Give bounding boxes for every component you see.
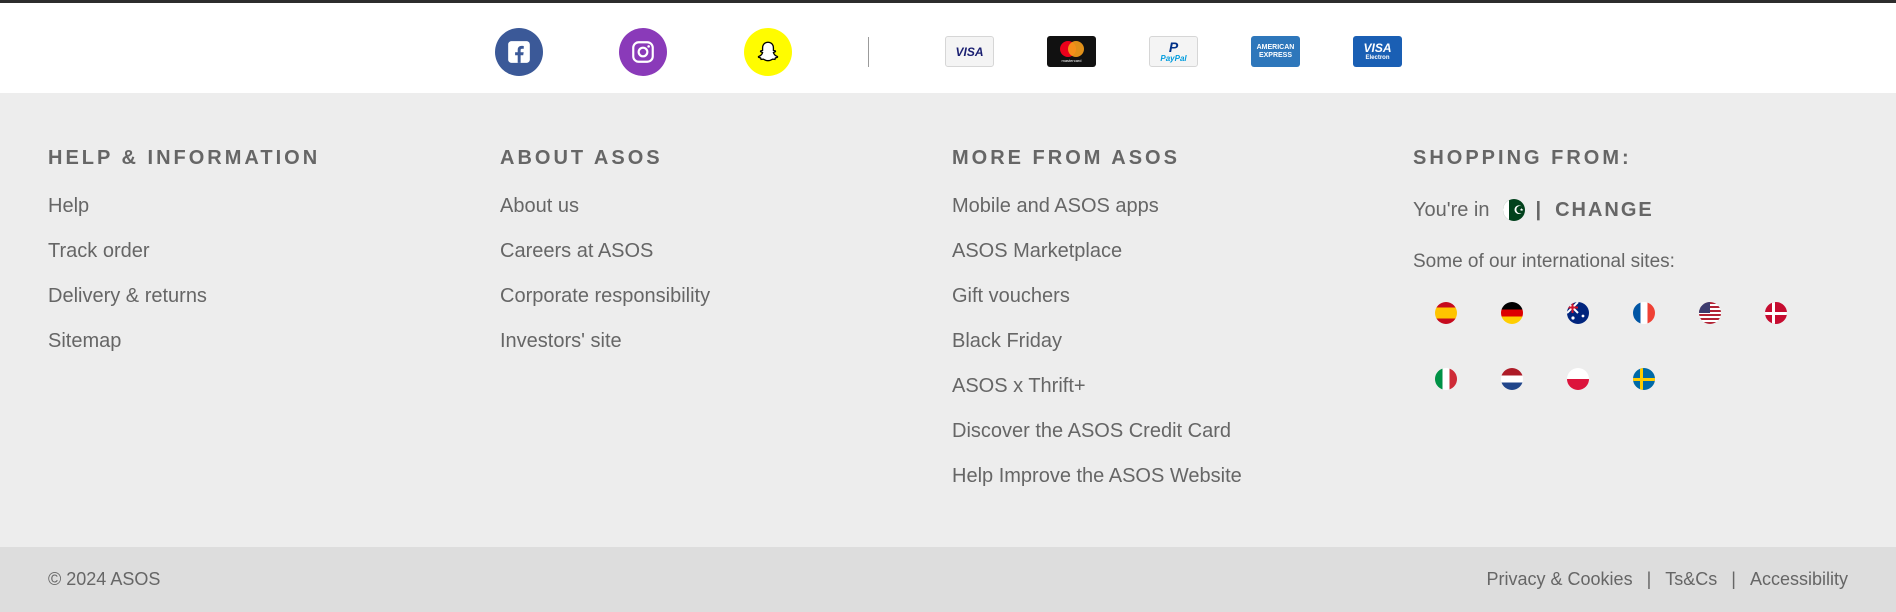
amex-icon: AMERICAN EXPRESS bbox=[1251, 36, 1300, 67]
visa-electron-label-2: Electron bbox=[1365, 54, 1390, 61]
bottom-bar: © 2024 ASOS Privacy & Cookies | Ts&Cs | … bbox=[0, 547, 1896, 612]
paypal-label: PayPal bbox=[1160, 53, 1187, 63]
pipe-separator: | bbox=[1731, 569, 1736, 589]
divider bbox=[868, 37, 869, 67]
copyright: © 2024 ASOS bbox=[48, 569, 161, 589]
facebook-icon[interactable] bbox=[495, 28, 543, 76]
youre-in-label: You're in bbox=[1413, 199, 1490, 221]
pakistan-flag-icon: ☪ bbox=[1503, 199, 1526, 221]
black-friday-link[interactable]: Black Friday bbox=[952, 319, 1242, 364]
mobile-apps-link[interactable]: Mobile and ASOS apps bbox=[952, 184, 1242, 229]
poland-flag-icon[interactable] bbox=[1567, 368, 1589, 390]
help-information-heading: HELP & INFORMATION bbox=[48, 147, 321, 169]
amex-label-2: EXPRESS bbox=[1258, 51, 1293, 59]
france-flag-icon[interactable] bbox=[1633, 302, 1655, 324]
germany-flag-icon[interactable] bbox=[1501, 302, 1523, 324]
accessibility-link[interactable]: Accessibility bbox=[1750, 547, 1848, 612]
shopping-from-heading: SHOPPING FROM: bbox=[1413, 147, 1632, 169]
snapchat-ghost-glyph bbox=[757, 41, 779, 62]
gift-vouchers-link[interactable]: Gift vouchers bbox=[952, 274, 1242, 319]
shopping-from-column: SHOPPING FROM: You're in ☪ | CHANGE Some… bbox=[1413, 145, 1831, 390]
instagram-icon-glyph bbox=[632, 41, 654, 63]
current-location: You're in ☪ | CHANGE bbox=[1413, 184, 1831, 236]
terms-link[interactable]: Ts&Cs bbox=[1665, 547, 1717, 612]
footer-links-area: HELP & INFORMATION Help Track order Deli… bbox=[0, 93, 1896, 547]
investors-link[interactable]: Investors' site bbox=[500, 319, 710, 364]
about-asos-column: ABOUT ASOS About us Careers at ASOS Corp… bbox=[500, 145, 710, 364]
more-from-asos-column: MORE FROM ASOS Mobile and ASOS apps ASOS… bbox=[952, 145, 1242, 499]
sitemap-link[interactable]: Sitemap bbox=[48, 319, 320, 364]
facebook-icon-glyph bbox=[508, 41, 530, 63]
change-country-button[interactable]: CHANGE bbox=[1555, 184, 1654, 236]
sweden-flag-icon[interactable] bbox=[1633, 368, 1655, 390]
netherlands-flag-icon[interactable] bbox=[1501, 368, 1523, 390]
track-order-link[interactable]: Track order bbox=[48, 229, 320, 274]
separator: | bbox=[1535, 199, 1544, 221]
social-payment-strip: VISA mastercard P PayPal AMERICAN EXPRES… bbox=[0, 3, 1896, 93]
amex-label-1: AMERICAN bbox=[1256, 43, 1295, 51]
mastercard-label: mastercard bbox=[1061, 58, 1082, 63]
help-information-column: HELP & INFORMATION Help Track order Deli… bbox=[48, 145, 320, 364]
visa-electron-label-1: VISA bbox=[1363, 40, 1392, 55]
italy-flag-icon[interactable] bbox=[1435, 368, 1457, 390]
improve-website-link[interactable]: Help Improve the ASOS Website bbox=[952, 454, 1242, 499]
visa-icon: VISA bbox=[945, 36, 994, 67]
spain-flag-icon[interactable] bbox=[1435, 302, 1457, 324]
more-from-asos-heading: MORE FROM ASOS bbox=[952, 147, 1180, 169]
paypal-logo-icon: P bbox=[1168, 38, 1179, 55]
pipe-separator: | bbox=[1646, 569, 1652, 589]
usa-flag-icon[interactable] bbox=[1699, 302, 1721, 324]
corporate-responsibility-link[interactable]: Corporate responsibility bbox=[500, 274, 710, 319]
visa-label: VISA bbox=[955, 44, 984, 59]
international-sites-label: Some of our international sites: bbox=[1413, 251, 1675, 272]
credit-card-link[interactable]: Discover the ASOS Credit Card bbox=[952, 409, 1242, 454]
asos-marketplace-link[interactable]: ASOS Marketplace bbox=[952, 229, 1242, 274]
instagram-icon[interactable] bbox=[619, 28, 667, 76]
denmark-flag-icon[interactable] bbox=[1765, 302, 1787, 324]
about-us-link[interactable]: About us bbox=[500, 184, 710, 229]
help-link[interactable]: Help bbox=[48, 184, 320, 229]
mastercard-circles bbox=[1059, 41, 1084, 57]
privacy-cookies-link[interactable]: Privacy & Cookies bbox=[1487, 547, 1633, 612]
australia-flag-icon[interactable] bbox=[1567, 302, 1589, 324]
thrift-link[interactable]: ASOS x Thrift+ bbox=[952, 364, 1242, 409]
international-flags bbox=[1413, 302, 1831, 390]
delivery-returns-link[interactable]: Delivery & returns bbox=[48, 274, 320, 319]
mastercard-icon: mastercard bbox=[1047, 36, 1096, 67]
about-asos-heading: ABOUT ASOS bbox=[500, 147, 663, 169]
paypal-icon: P PayPal bbox=[1149, 36, 1198, 67]
legal-links: Privacy & Cookies | Ts&Cs | Accessibilit… bbox=[1487, 547, 1848, 612]
careers-link[interactable]: Careers at ASOS bbox=[500, 229, 710, 274]
visa-electron-icon: VISA Electron bbox=[1353, 36, 1402, 67]
snapchat-icon[interactable] bbox=[744, 28, 792, 76]
